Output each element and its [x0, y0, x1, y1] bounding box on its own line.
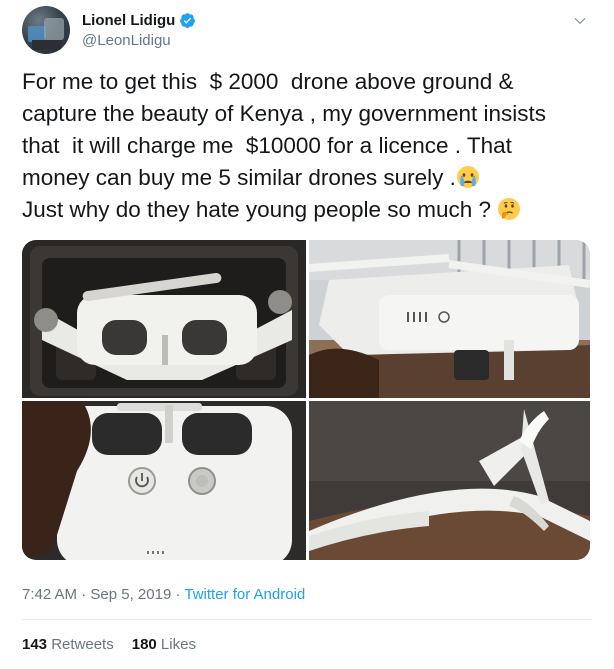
retweets-label: Retweets [47, 636, 114, 653]
tweet-card: Lionel Lidigu @LeonLidigu For me to get … [0, 0, 614, 669]
likes-label: Likes [156, 636, 196, 653]
divider [22, 619, 592, 620]
separator: · [77, 586, 91, 603]
tweet-time[interactable]: 7:42 AM [22, 586, 77, 603]
tweet-timestamp: 7:42 AM · Sep 5, 2019 · Twitter for Andr… [22, 586, 305, 603]
user-handle[interactable]: @LeonLidigu [82, 32, 171, 49]
thinking-face-emoji-icon [498, 198, 521, 220]
media-photo-drone-side[interactable] [309, 240, 590, 398]
likes-count: 180 [131, 636, 157, 653]
avatar[interactable] [22, 6, 70, 54]
tweet-line: capture the beauty of Kenya , my governm… [22, 101, 547, 126]
chevron-down-icon[interactable] [573, 14, 587, 28]
separator: · [171, 586, 185, 603]
media-grid [22, 240, 590, 560]
tweet-source-link[interactable]: Twitter for Android [184, 586, 305, 603]
retweets-count: 143 [22, 636, 48, 653]
tweet-line: For me to get this $ 2000 drone above gr… [22, 69, 514, 94]
crying-face-emoji-icon [456, 166, 479, 188]
media-photo-drone-arm[interactable] [309, 401, 590, 560]
tweet-date[interactable]: Sep 5, 2019 [90, 586, 171, 603]
tweet-line: Just why do they hate young people so mu… [22, 197, 498, 222]
display-name[interactable]: Lionel Lidigu [82, 12, 175, 29]
media-photo-remote-controller[interactable] [22, 401, 306, 560]
tweet-line: that it will charge me $10000 for a lice… [22, 133, 512, 158]
media-photo-drone-case[interactable] [22, 240, 306, 398]
verified-badge-icon [180, 13, 195, 28]
tweet-stats: 143 Retweets 180 Likes [22, 636, 196, 653]
likes-stat[interactable]: 180 Likes [132, 636, 196, 653]
tweet-text: For me to get this $ 2000 drone above gr… [22, 66, 597, 226]
retweets-stat[interactable]: 143 Retweets [22, 636, 114, 653]
tweet-line: money can buy me 5 similar drones surely… [22, 165, 456, 190]
